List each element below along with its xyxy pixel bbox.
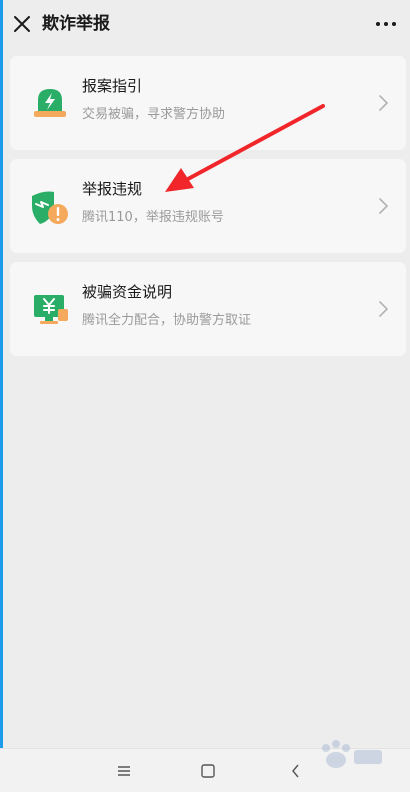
left-edge-bar — [0, 0, 3, 792]
more-button[interactable] — [372, 10, 400, 38]
card-fund-explanation[interactable]: 被骗资金说明 腾讯全力配合，协助警方取证 — [10, 262, 406, 356]
card-title: 被骗资金说明 — [82, 283, 173, 301]
back-button[interactable] — [286, 761, 306, 781]
card-subtitle: 腾讯110，举报违规账号 — [82, 210, 224, 225]
home-button[interactable] — [198, 761, 218, 781]
chevron-right-icon — [378, 196, 390, 216]
card-report-violation[interactable]: 举报违规 腾讯110，举报违规账号 — [10, 159, 406, 253]
money-screen-icon — [28, 287, 72, 331]
more-dots-icon — [376, 22, 396, 26]
card-subtitle: 交易被骗，寻求警方协助 — [82, 107, 226, 122]
page-title: 欺诈举报 — [42, 14, 110, 34]
alarm-light-icon — [28, 81, 72, 125]
header: 欺诈举报 — [0, 0, 410, 48]
close-button[interactable] — [8, 10, 36, 38]
chevron-right-icon — [378, 93, 390, 113]
menu-icon — [118, 766, 130, 776]
chevron-right-icon — [378, 299, 390, 319]
menu-button[interactable] — [114, 761, 134, 781]
back-icon — [292, 764, 299, 778]
card-subtitle: 腾讯全力配合，协助警方取证 — [82, 313, 252, 328]
close-icon — [14, 16, 30, 32]
card-report-guide[interactable]: 报案指引 交易被骗，寻求警方协助 — [10, 56, 406, 150]
card-title: 举报违规 — [82, 180, 143, 198]
card-title: 报案指引 — [82, 77, 143, 95]
square-icon — [201, 764, 215, 778]
shield-warning-icon — [28, 184, 72, 228]
app-root: 欺诈举报 报案指引 交易被骗，寻求警方协助 举报违规 腾讯110，举报违规账号 … — [0, 0, 410, 792]
watermark-logo — [322, 740, 382, 768]
